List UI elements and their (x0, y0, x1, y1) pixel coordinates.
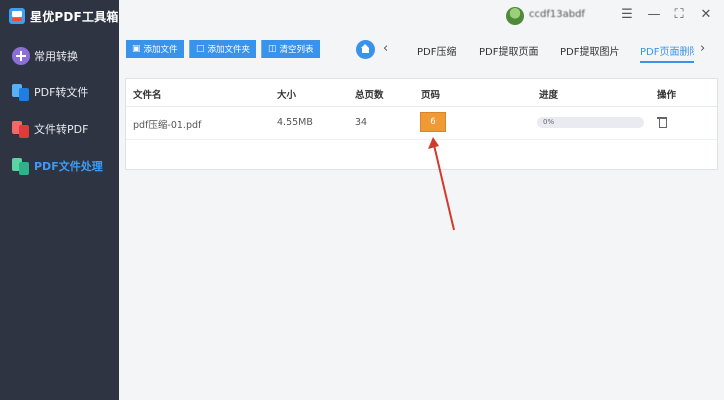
sidebar-item-pdf-to-file[interactable]: PDF转文件 (12, 82, 88, 102)
arrow-shaft (433, 144, 455, 231)
page-number-input[interactable]: 6 (420, 112, 446, 132)
add-file-icon: ▣ (132, 44, 141, 54)
avatar[interactable] (506, 7, 524, 25)
sidebar-item-label: 常用转换 (34, 50, 78, 63)
col-header-actions: 操作 (657, 90, 677, 101)
tab-pdf-compress[interactable]: PDF压缩 (417, 43, 456, 58)
add-file-button[interactable]: ▣ 添加文件 (126, 40, 184, 58)
settings-sliders-icon[interactable]: ☰ (619, 7, 635, 23)
col-header-size: 大小 (277, 90, 297, 101)
progress-text: 0% (543, 118, 555, 126)
pdf-process-icon (12, 157, 30, 175)
add-folder-label: 添加文件夹 (207, 45, 251, 55)
tab-active-indicator (640, 61, 694, 63)
sidebar-item-common-convert[interactable]: 常用转换 (12, 46, 78, 66)
arrow-head (428, 137, 439, 149)
clear-list-button[interactable]: ◫ 清空列表 (261, 40, 320, 58)
file-to-pdf-icon (12, 120, 30, 138)
user-id: ccdf13abdf (529, 9, 585, 20)
cell-total-pages: 34 (355, 117, 368, 128)
sidebar-item-file-to-pdf[interactable]: 文件转PDF (12, 119, 88, 139)
sidebar-item-label: 文件转PDF (34, 123, 89, 136)
chevron-right-icon[interactable]: › (700, 41, 705, 56)
add-folder-button[interactable]: □ 添加文件夹 (189, 40, 257, 58)
home-button[interactable] (356, 40, 375, 59)
close-icon[interactable]: ✕ (698, 7, 714, 23)
cell-filename: pdf压缩-01.pdf (133, 120, 202, 131)
sidebar-item-label: PDF文件处理 (34, 160, 103, 173)
cell-size: 4.55MB (277, 117, 313, 128)
col-header-filename: 文件名 (133, 90, 162, 101)
tab-pdf-extract-pages[interactable]: PDF提取页面 (479, 43, 538, 58)
app-brand: 星优PDF工具箱 (9, 6, 119, 26)
progress-bar: 0% (537, 117, 644, 128)
annotation-arrow (428, 137, 455, 231)
tab-pdf-extract-images[interactable]: PDF提取图片 (560, 43, 619, 58)
maximize-icon[interactable]: ⛶ (671, 7, 687, 23)
chevron-left-icon[interactable]: ‹ (383, 41, 388, 56)
clear-list-label: 清空列表 (279, 45, 314, 55)
col-header-page-num: 页码 (421, 90, 441, 101)
app-title: 星优PDF工具箱 (30, 9, 119, 24)
minimize-icon[interactable]: — (646, 7, 662, 23)
add-file-label: 添加文件 (143, 45, 178, 55)
sidebar-item-label: PDF转文件 (34, 86, 89, 99)
col-header-progress: 进度 (539, 90, 559, 101)
tab-pdf-delete-pages[interactable]: PDF页面删除 (640, 43, 694, 58)
app-logo-icon (9, 8, 25, 24)
trash-icon: ◫ (268, 44, 277, 54)
col-header-total-pages: 总页数 (355, 90, 384, 101)
sidebar-item-pdf-process[interactable]: PDF文件处理 (12, 156, 103, 176)
delete-icon[interactable] (657, 116, 667, 128)
header-divider (126, 106, 717, 107)
grid-icon (12, 47, 30, 65)
sidebar: 星优PDF工具箱 常用转换 PDF转文件 文件转PDF PDF文件处理 (0, 0, 119, 400)
folder-icon: □ (196, 44, 205, 54)
pdf-to-file-icon (12, 83, 30, 101)
